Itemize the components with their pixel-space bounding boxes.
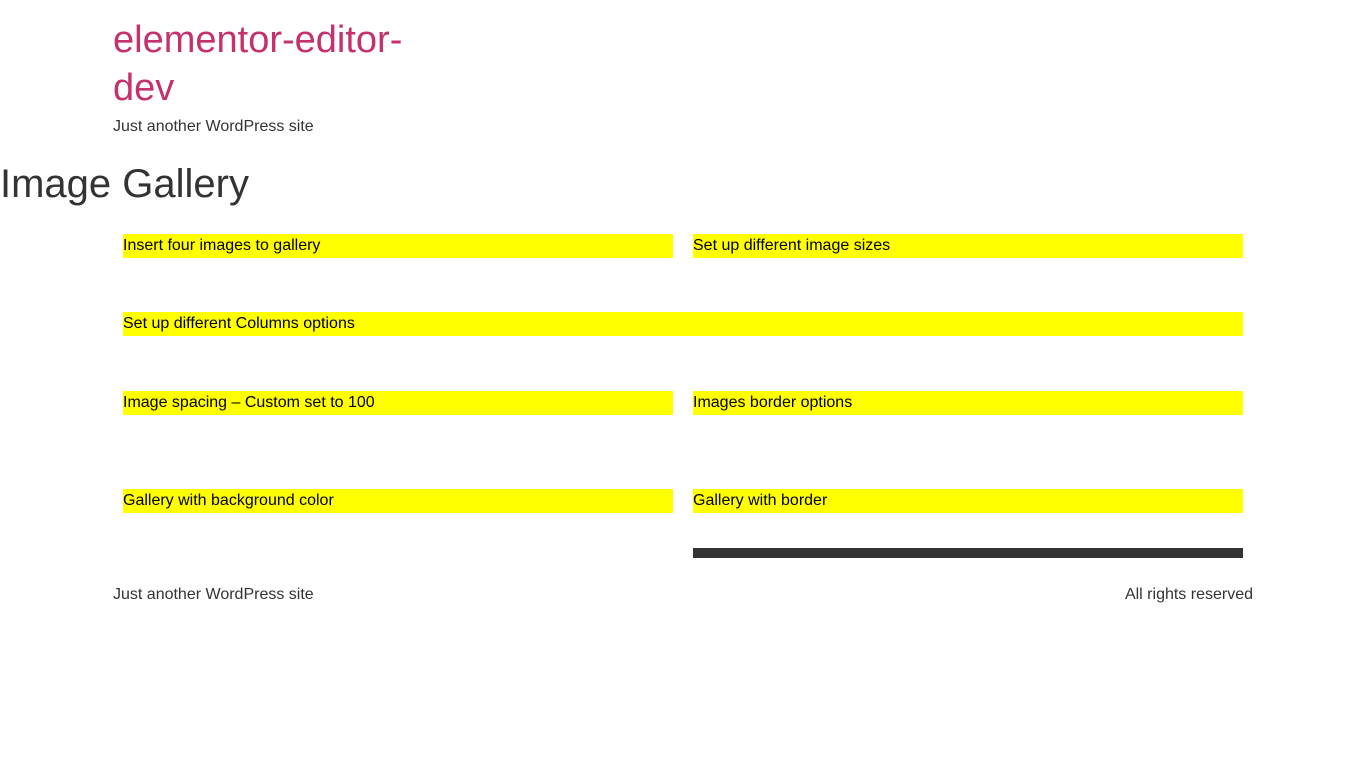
footer-site-description: Just another WordPress site: [113, 586, 314, 603]
section-heading-with-border: Gallery with border: [693, 489, 1243, 513]
footer-copyright: All rights reserved: [1124, 586, 1253, 603]
section-heading-columns-options: Set up different Columns options: [123, 312, 1243, 336]
section-heading-insert-images: Insert four images to gallery: [123, 234, 673, 258]
gallery-border-bar: [693, 548, 1243, 558]
site-description: Just another WordPress site: [113, 118, 314, 135]
section-heading-border-options: Images border options: [693, 391, 1243, 415]
section-heading-image-sizes: Set up different image sizes: [693, 234, 1243, 258]
site-footer: Just another WordPress site All rights r…: [113, 583, 1253, 607]
section-heading-image-spacing: Image spacing – Custom set to 100: [123, 391, 673, 415]
page-title: Image Gallery: [0, 162, 249, 206]
site-title-link[interactable]: elementor-editor-dev: [113, 16, 443, 112]
section-heading-background-color: Gallery with background color: [123, 489, 673, 513]
site-header: elementor-editor-dev Just another WordPr…: [113, 16, 443, 139]
